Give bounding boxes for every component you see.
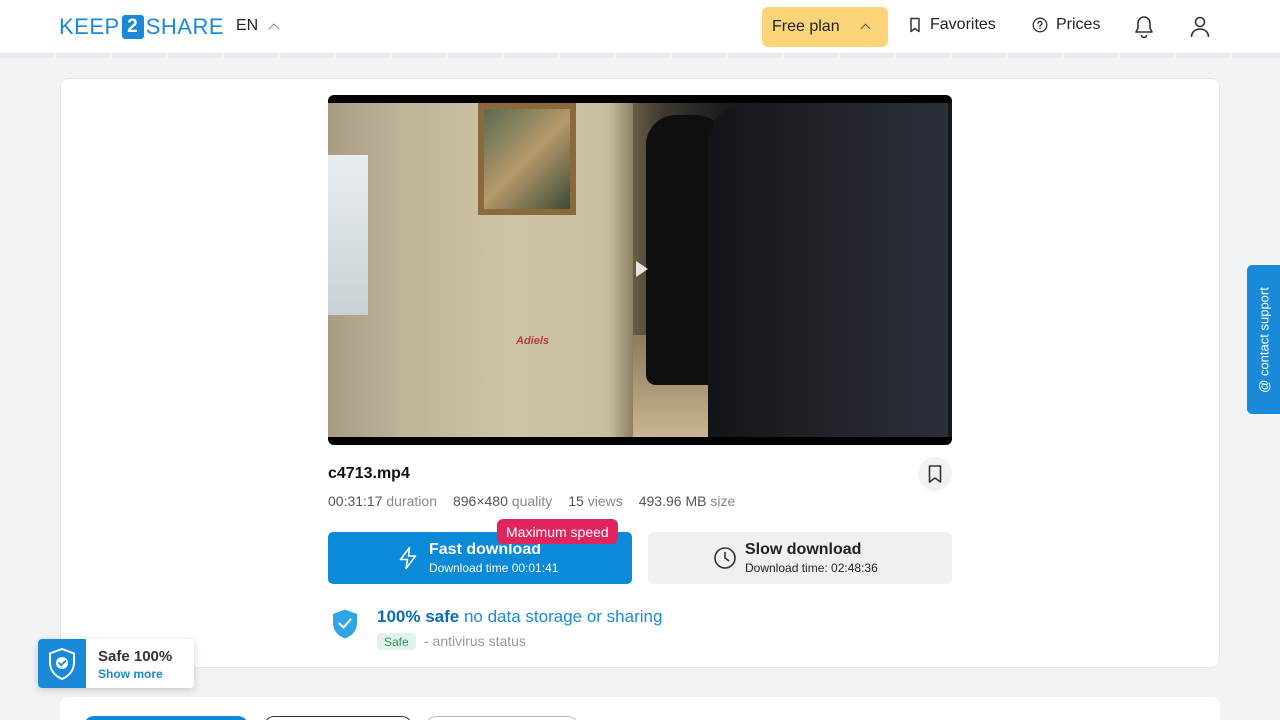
video-watermark: Adiels (516, 335, 550, 347)
bookmark-icon (928, 465, 942, 483)
shield-check-icon (38, 639, 86, 688)
show-more-link[interactable]: Show more (98, 667, 163, 681)
meta-views: 15 views (568, 493, 623, 509)
shield-check-icon (333, 609, 357, 639)
video-painting-detail (478, 103, 576, 215)
help-circle-icon (1032, 17, 1048, 33)
favorites-link[interactable]: Favorites (908, 16, 996, 34)
language-selector[interactable]: EN (236, 17, 280, 35)
user-icon[interactable] (1188, 14, 1212, 40)
add-favorite-button[interactable] (918, 457, 952, 491)
safe-status-badge: Safe (377, 633, 416, 650)
contact-support-tab[interactable]: @ contact support (1247, 265, 1280, 414)
tab-second[interactable] (264, 716, 412, 720)
tab-third[interactable] (426, 716, 578, 720)
bookmark-icon (910, 17, 920, 33)
chevron-up-icon (860, 23, 871, 34)
bell-icon[interactable] (1132, 14, 1156, 40)
video-person-foreground (708, 103, 948, 437)
meta-duration: 00:31:17 duration (328, 493, 437, 509)
file-meta: 00:31:17 duration 896×480 quality 15 vie… (328, 493, 735, 509)
free-plan-button[interactable]: Free plan (762, 7, 888, 47)
file-name: c4713.mp4 (328, 465, 410, 482)
tab-active[interactable] (84, 716, 248, 720)
chevron-up-icon (268, 22, 280, 35)
site-logo[interactable]: KEEP 2 SHARE (59, 14, 224, 40)
video-player[interactable]: Adiels (328, 95, 952, 445)
max-speed-badge: Maximum speed (497, 519, 618, 544)
video-window-detail (328, 155, 368, 315)
play-icon[interactable] (636, 261, 648, 277)
safety-statement: 100% safe no data storage or sharing (377, 607, 663, 626)
meta-quality: 896×480 quality (452, 493, 553, 509)
slow-download-button[interactable]: Slow download Download time: 02:48:36 (648, 532, 952, 584)
prices-link[interactable]: Prices (1032, 16, 1100, 34)
safe-widget[interactable]: Safe 100% Show more (38, 639, 194, 688)
top-header: KEEP 2 SHARE EN Free plan Favorites Pric… (0, 0, 1280, 54)
header-divider (0, 54, 1280, 58)
clock-icon (714, 547, 736, 569)
lightning-icon (399, 546, 417, 570)
antivirus-status-text: - antivirus status (424, 633, 526, 649)
meta-size: 493.96 MB size (638, 493, 736, 509)
